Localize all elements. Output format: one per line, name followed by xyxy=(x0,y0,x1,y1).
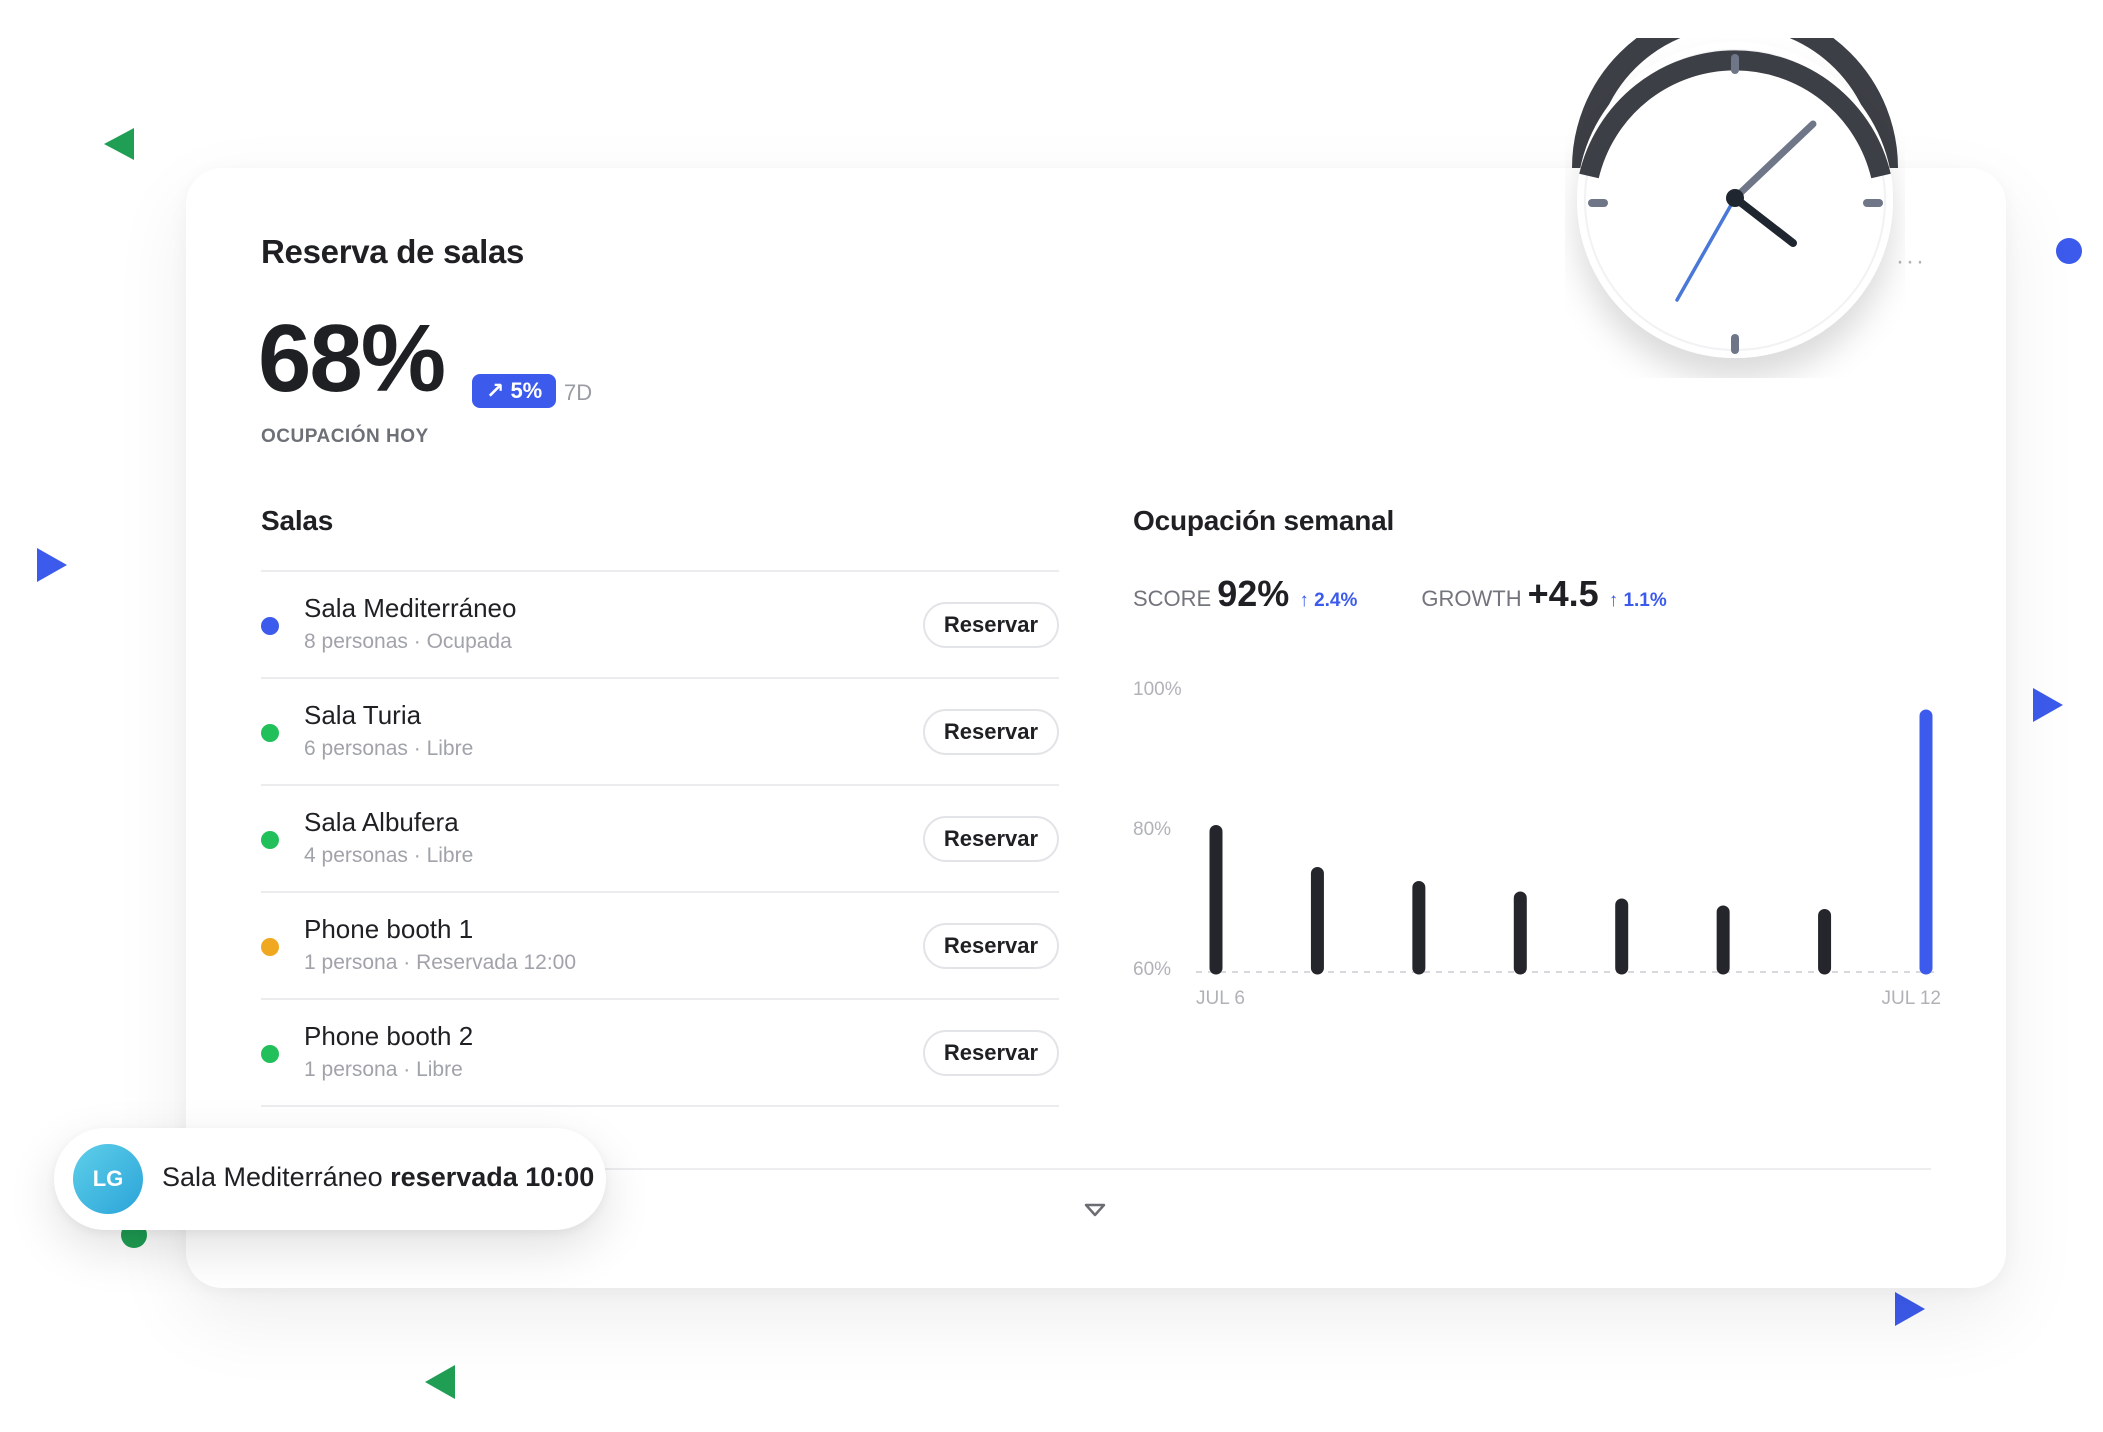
weekly-stats: SCORE 92% ↑ 2.4% GROWTH +4.5 ↑ 1.1% xyxy=(1133,573,1667,615)
delta-badge-period: 7D xyxy=(564,380,593,405)
room-name: Phone booth 1 xyxy=(304,914,474,944)
clock-illustration xyxy=(1572,38,1898,358)
toast-message-room: Sala Mediterráneo xyxy=(162,1162,383,1192)
avatar: LG xyxy=(73,1144,143,1214)
room-details: 4 personas · Libre xyxy=(304,844,474,867)
room-row: Phone booth 1 1 persona · Reservada 12:00… xyxy=(261,893,1059,1000)
room-name: Sala Albufera xyxy=(304,807,459,837)
rooms-section-title: Salas xyxy=(261,505,334,536)
reserve-button[interactable]: Reservar xyxy=(923,1030,1059,1076)
reserve-button[interactable]: Reservar xyxy=(923,709,1059,755)
room-details: 1 persona · Libre xyxy=(304,1058,463,1081)
score-label: SCORE xyxy=(1133,586,1212,611)
score-value: 92% xyxy=(1217,573,1290,614)
status-dot xyxy=(261,617,279,635)
reserve-button[interactable]: Reservar xyxy=(923,602,1059,648)
toast-message: Sala Mediterráneo reservada 10:00 xyxy=(162,1162,594,1193)
growth-value: +4.5 xyxy=(1527,573,1599,614)
weekly-occupancy-chart: 100% 80% 60% JUL 6 JUL 12 xyxy=(1133,679,1942,1009)
room-name: Sala Turia xyxy=(304,700,422,730)
room-details: 8 personas · Ocupada xyxy=(304,630,512,653)
booking-toast[interactable]: LG Sala Mediterráneo reservada 10:00 xyxy=(54,1128,606,1230)
room-name: Phone booth 2 xyxy=(304,1021,474,1051)
occupancy-value: 68% xyxy=(258,305,446,412)
decor-triangle-green-top-left xyxy=(104,128,134,160)
toast-message-status: reservada 10:00 xyxy=(390,1162,595,1192)
weekly-section-title: Ocupación semanal xyxy=(1133,505,1395,536)
status-dot xyxy=(261,938,279,956)
room-details: 1 persona · Reservada 12:00 xyxy=(304,951,577,974)
occupancy-label: OCUPACIÓN HOY xyxy=(261,426,429,447)
status-dot xyxy=(261,724,279,742)
decor-triangle-blue-left xyxy=(37,548,67,582)
room-row: Sala Mediterráneo 8 personas · Ocupada Res… xyxy=(261,572,1059,679)
arrow-up-right-icon: ↗ xyxy=(486,378,505,403)
y-tick-label: 100% xyxy=(1133,679,1182,700)
decor-triangle-green-bottom xyxy=(425,1365,455,1399)
chevron-down-icon[interactable] xyxy=(1084,1203,1106,1217)
y-tick-label: 60% xyxy=(1133,959,1171,980)
room-row: Sala Turia 6 personas · Libre Reservar xyxy=(261,679,1059,786)
decor-dot-blue-right xyxy=(2056,238,2082,264)
y-tick-label: 80% xyxy=(1133,819,1171,840)
card-title: Reserva de salas xyxy=(261,233,525,270)
score-delta: ↑ 2.4% xyxy=(1299,590,1358,611)
growth-delta: ↑ 1.1% xyxy=(1608,590,1667,611)
room-name: Sala Mediterráneo xyxy=(304,593,517,623)
room-row: Phone booth 2 1 persona · Libre Reservar xyxy=(261,1000,1059,1107)
decor-triangle-blue-bottom-right xyxy=(1895,1292,1925,1326)
decor-triangle-blue-right xyxy=(2033,688,2063,722)
delta-badge: ↗ 5% xyxy=(472,374,557,408)
rooms-list: Sala Mediterráneo 8 personas · Ocupada Res… xyxy=(261,570,1059,1107)
delta-badge-value: 5% xyxy=(510,378,543,403)
status-dot xyxy=(261,1045,279,1063)
reserve-button[interactable]: Reservar xyxy=(923,816,1059,862)
reserve-button[interactable]: Reservar xyxy=(923,923,1059,969)
status-dot xyxy=(261,831,279,849)
room-details: 6 personas · Libre xyxy=(304,737,474,760)
x-tick-label: JUL 12 xyxy=(1882,988,1942,1009)
growth-label: GROWTH xyxy=(1421,586,1522,611)
room-row: Sala Albufera 4 personas · Libre Reservar xyxy=(261,786,1059,893)
x-tick-label: JUL 6 xyxy=(1196,988,1245,1009)
